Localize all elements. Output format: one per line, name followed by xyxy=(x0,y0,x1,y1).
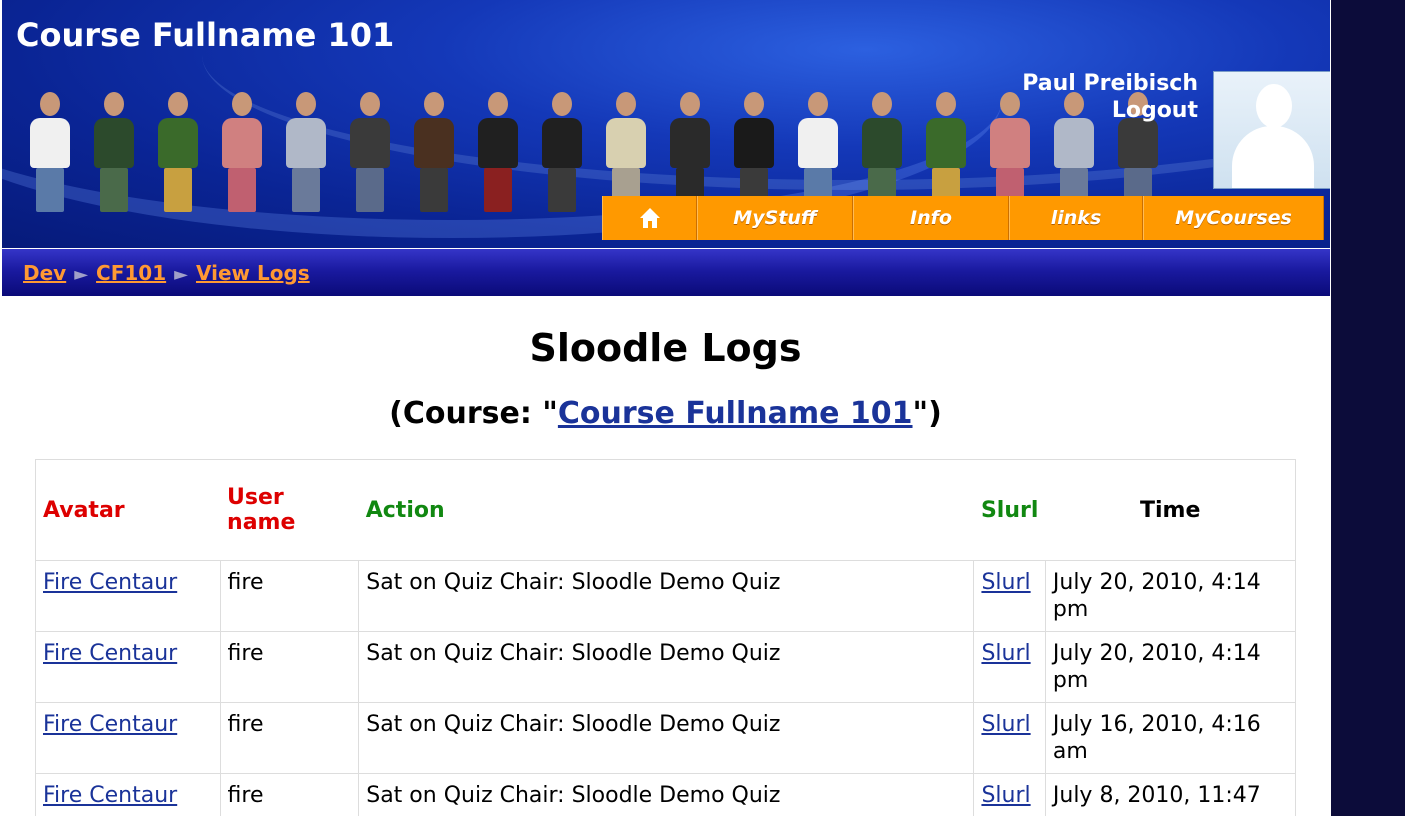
home-icon xyxy=(639,208,660,228)
banner-avatar-figure xyxy=(534,92,590,216)
nav-mystuff-button[interactable]: MyStuff xyxy=(697,196,853,240)
banner-avatar-figure xyxy=(406,92,462,216)
avatar-link[interactable]: Fire Centaur xyxy=(43,712,177,737)
action-cell: Sat on Quiz Chair: Sloodle Demo Quiz xyxy=(358,773,975,816)
column-header-action[interactable]: Action xyxy=(359,460,974,561)
page-title: Sloodle Logs xyxy=(529,326,802,370)
user-name-link[interactable]: Paul Preibisch xyxy=(1022,71,1198,96)
site-header: Course Fullname 101 Paul Preibisch Logou… xyxy=(2,0,1330,248)
action-cell: Sat on Quiz Chair: Sloodle Demo Quiz xyxy=(358,631,975,703)
default-avatar-body-icon xyxy=(1232,126,1314,188)
slurl-link[interactable]: Slurl xyxy=(981,712,1030,737)
breadcrumb: Dev ► CF101 ► View Logs xyxy=(23,261,310,285)
table-header-row: Avatar User name Action Slurl Time xyxy=(36,460,1296,561)
avatar-cell: Fire Centaur xyxy=(35,560,221,632)
subtitle-suffix: ") xyxy=(912,396,942,431)
banner-avatar-figure xyxy=(214,92,270,216)
table-row: Fire Centaur fire Sat on Quiz Chair: Slood… xyxy=(35,560,1297,632)
column-header-avatar[interactable]: Avatar xyxy=(36,460,221,561)
time-cell: July 8, 2010, 11:47 pm xyxy=(1044,773,1297,816)
avatar-link[interactable]: Fire Centaur xyxy=(43,783,177,808)
slurl-cell: Slurl xyxy=(973,631,1046,703)
breadcrumb-separator-icon: ► xyxy=(74,264,89,285)
nav-home-button[interactable] xyxy=(602,196,697,240)
logs-table: Avatar User name Action Slurl Time Fire … xyxy=(35,459,1297,816)
profile-picture[interactable] xyxy=(1213,71,1330,189)
table-row: Fire Centaur fire Sat on Quiz Chair: Slood… xyxy=(35,773,1297,816)
default-avatar-head-icon xyxy=(1256,84,1292,128)
user-name-cell: fire xyxy=(219,560,360,632)
breadcrumb-bar: Dev ► CF101 ► View Logs xyxy=(2,249,1330,296)
course-subtitle: (Course: "Course Fullname 101") xyxy=(0,396,1331,431)
user-name-cell: fire xyxy=(219,702,360,774)
avatar-cell: Fire Centaur xyxy=(35,773,221,816)
breadcrumb-link-dev[interactable]: Dev xyxy=(23,261,66,285)
site-title[interactable]: Course Fullname 101 xyxy=(16,16,394,54)
subtitle-prefix: (Course: " xyxy=(389,396,558,431)
slurl-link[interactable]: Slurl xyxy=(981,570,1030,595)
time-cell: July 20, 2010, 4:14 pm xyxy=(1044,560,1297,632)
breadcrumb-link-view-logs[interactable]: View Logs xyxy=(196,261,310,285)
time-cell: July 20, 2010, 4:14 pm xyxy=(1044,631,1297,703)
table-row: Fire Centaur fire Sat on Quiz Chair: Slood… xyxy=(35,631,1297,703)
slurl-cell: Slurl xyxy=(973,702,1046,774)
user-info: Paul Preibisch Logout xyxy=(1022,70,1198,124)
column-header-slurl[interactable]: Slurl xyxy=(974,460,1045,561)
main-nav: MyStuff Info links MyCourses xyxy=(602,196,1324,240)
user-name-cell: fire xyxy=(219,773,360,816)
breadcrumb-link-cf101[interactable]: CF101 xyxy=(96,261,166,285)
banner-avatar-figure xyxy=(150,92,206,216)
course-link[interactable]: Course Fullname 101 xyxy=(558,396,913,431)
avatar-link[interactable]: Fire Centaur xyxy=(43,641,177,666)
page: Course Fullname 101 Paul Preibisch Logou… xyxy=(0,0,1331,816)
nav-info-button[interactable]: Info xyxy=(853,196,1009,240)
slurl-link[interactable]: Slurl xyxy=(981,783,1030,808)
table-row: Fire Centaur fire Sat on Quiz Chair: Slood… xyxy=(35,702,1297,774)
column-header-user-name[interactable]: User name xyxy=(220,460,359,561)
action-cell: Sat on Quiz Chair: Sloodle Demo Quiz xyxy=(358,560,975,632)
log-rows: Fire Centaur fire Sat on Quiz Chair: Slood… xyxy=(35,560,1297,816)
banner-avatar-figure xyxy=(342,92,398,216)
banner-avatar-figure xyxy=(278,92,334,216)
banner-avatar-figure xyxy=(86,92,142,216)
breadcrumb-separator-icon: ► xyxy=(174,264,188,285)
avatar-cell: Fire Centaur xyxy=(35,631,221,703)
column-header-time[interactable]: Time xyxy=(1045,460,1295,561)
avatar-cell: Fire Centaur xyxy=(35,702,221,774)
nav-links-button[interactable]: links xyxy=(1009,196,1143,240)
time-cell: July 16, 2010, 4:16 am xyxy=(1044,702,1297,774)
action-cell: Sat on Quiz Chair: Sloodle Demo Quiz xyxy=(358,702,975,774)
logout-link[interactable]: Logout xyxy=(1112,98,1198,123)
slurl-cell: Slurl xyxy=(973,773,1046,816)
banner-avatar-figure xyxy=(470,92,526,216)
slurl-cell: Slurl xyxy=(973,560,1046,632)
slurl-link[interactable]: Slurl xyxy=(981,641,1030,666)
avatar-link[interactable]: Fire Centaur xyxy=(43,570,177,595)
user-name-cell: fire xyxy=(219,631,360,703)
nav-mycourses-button[interactable]: MyCourses xyxy=(1143,196,1324,240)
banner-avatar-figure xyxy=(22,92,78,216)
